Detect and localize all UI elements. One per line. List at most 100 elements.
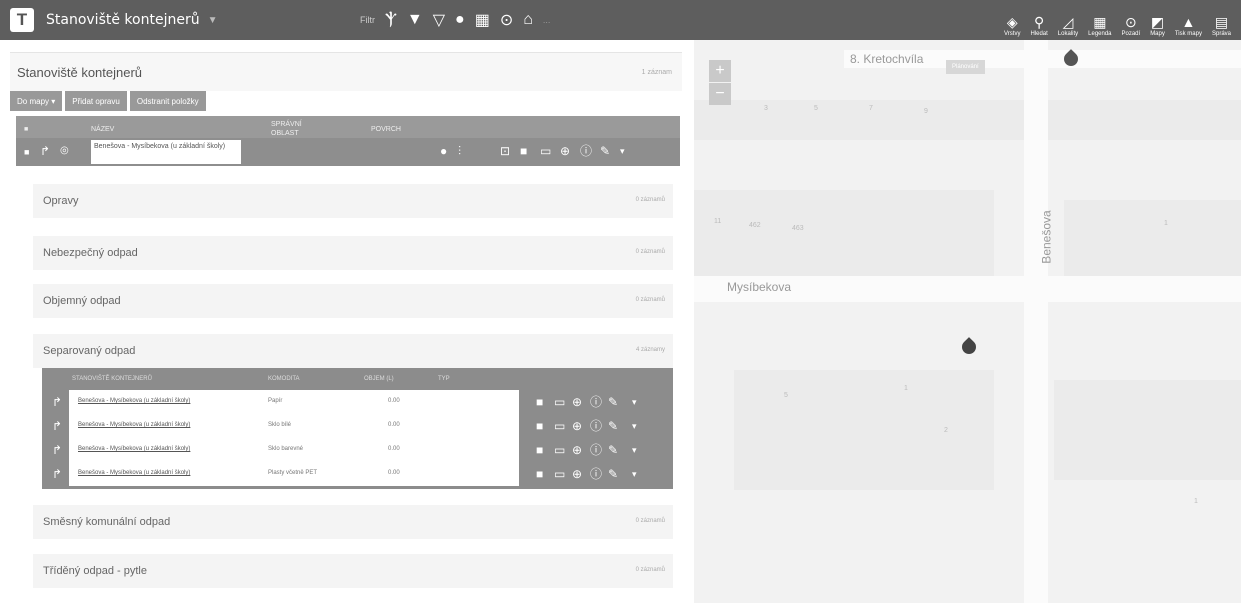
edit-icon[interactable]: ✎	[600, 145, 610, 157]
folder-icon[interactable]: ▭	[554, 420, 565, 432]
map-button[interactable]: ◩ Mapy	[1150, 13, 1165, 40]
col-volume[interactable]: OBJEM (L)	[364, 376, 394, 382]
zoom-out-button[interactable]: −	[709, 83, 731, 105]
col-surface[interactable]: POVRCH	[371, 126, 401, 133]
split-icon[interactable]: ⫶	[488, 396, 491, 408]
edit-icon[interactable]: ✎	[608, 420, 618, 432]
measure-button[interactable]: ◿ Lokality	[1058, 13, 1078, 40]
chevron-down-icon[interactable]: ▼	[208, 15, 218, 26]
copy-icon[interactable]: ■	[536, 444, 543, 456]
add-repair-button[interactable]: Přidat opravu	[65, 91, 127, 111]
table-row[interactable]: ■ ↱ ◎ Benešova - Mysíbekova (u základní …	[16, 138, 680, 166]
copy-icon[interactable]: ■	[520, 145, 527, 157]
chevron-down-icon[interactable]: ▾	[632, 468, 637, 480]
house-number: 462	[749, 222, 761, 229]
grid-icon[interactable]: ▦	[475, 10, 490, 30]
chevron-down-icon[interactable]: ▾	[620, 145, 625, 157]
globe-icon[interactable]: ⊕	[572, 444, 582, 456]
table-row[interactable]: ↱ Benešova - Mysíbekova (u základní škol…	[42, 390, 673, 414]
globe-icon[interactable]: ⊕	[560, 145, 570, 157]
filter-label[interactable]: Filtr	[360, 15, 375, 25]
move-icon[interactable]: ↱	[52, 396, 62, 408]
globe-icon[interactable]: ⊕	[572, 396, 582, 408]
filter-icon[interactable]: ▼	[407, 11, 423, 29]
folder-icon[interactable]: ▭	[554, 444, 565, 456]
folder-icon[interactable]: ▭	[554, 396, 565, 408]
section-bulky-waste[interactable]: Objemný odpad 0 záznamů	[33, 284, 673, 318]
section-separated-waste[interactable]: Separovaný odpad 4 záznamy	[33, 334, 673, 368]
house-number: 463	[792, 225, 804, 232]
filter-outline-icon[interactable]: ▽	[433, 10, 445, 30]
add-icon[interactable]: ●	[455, 11, 465, 29]
copy-icon[interactable]: ■	[536, 468, 543, 480]
info-icon[interactable]: ⓘ	[580, 145, 592, 157]
app-title[interactable]: Stanoviště kontejnerů	[46, 12, 200, 28]
station-link[interactable]: Benešova - Mysíbekova (u základní školy)	[78, 398, 190, 404]
container-site-marker[interactable]	[959, 337, 979, 357]
select-all-checkbox[interactable]: ■	[24, 126, 28, 133]
table-row[interactable]: ↱ Benešova - Mysíbekova (u základní škol…	[42, 462, 673, 486]
map-view[interactable]: + − 8. Kretochvíla Mysíbekova Benešova P…	[694, 40, 1241, 603]
section-hazardous-waste[interactable]: Nebezpečný odpad 0 záznamů	[33, 236, 673, 270]
section-repairs[interactable]: Opravy 0 záznamů	[33, 184, 673, 218]
chevron-down-icon[interactable]: ▾	[632, 396, 637, 408]
move-icon[interactable]: ↱	[52, 420, 62, 432]
col-type[interactable]: TYP	[438, 376, 450, 382]
admin-button[interactable]: ▤ Správa	[1212, 13, 1231, 40]
col-area[interactable]: SPRÁVNÍ OBLAST	[271, 120, 331, 138]
remove-items-button[interactable]: Odstranit položky	[129, 91, 206, 111]
edit-icon[interactable]: ✎	[608, 444, 618, 456]
table-row[interactable]: ↱ Benešova - Mysíbekova (u základní škol…	[42, 414, 673, 438]
split-icon[interactable]: ⫶	[488, 420, 491, 432]
station-link[interactable]: Benešova - Mysíbekova (u základní školy)	[78, 422, 190, 428]
add-icon[interactable]: ●	[440, 145, 447, 157]
globe-icon[interactable]: ⊕	[572, 468, 582, 480]
section-mixed-waste[interactable]: Směsný komunální odpad 0 záznamů	[33, 505, 673, 539]
section-count: 0 záznamů	[635, 518, 665, 524]
marker-button[interactable]: ⊙ Pozadí	[1122, 13, 1141, 40]
home-icon[interactable]: ⌂	[523, 11, 533, 29]
row-checkbox[interactable]: ■	[24, 146, 29, 158]
volume: 0.00	[388, 470, 400, 476]
legend-button[interactable]: ▦ Legenda	[1088, 13, 1111, 40]
help-icon[interactable]: ⊙	[500, 10, 513, 30]
panel-title: Stanoviště kontejnerů	[17, 64, 143, 80]
globe-icon[interactable]: ⊕	[572, 420, 582, 432]
station-link[interactable]: Benešova - Mysíbekova (u základní školy)	[78, 470, 190, 476]
copy-icon[interactable]: ■	[536, 420, 543, 432]
info-icon[interactable]: ⓘ	[590, 444, 602, 456]
to-map-button[interactable]: Do mapy ▾	[10, 91, 63, 111]
zoom-in-button[interactable]: +	[709, 60, 731, 82]
pin-icon[interactable]: ◎	[60, 145, 69, 157]
copy-icon[interactable]: ■	[536, 396, 543, 408]
folder-icon[interactable]: ▭	[540, 145, 551, 157]
bin-icon[interactable]: ⊡	[500, 145, 510, 157]
table-row[interactable]: ↱ Benešova - Mysíbekova (u základní škol…	[42, 438, 673, 462]
split-icon[interactable]: ⫶	[488, 468, 491, 480]
section-title: Objemný odpad	[43, 295, 121, 307]
split-icon[interactable]: ⫶	[488, 444, 491, 456]
move-icon[interactable]: ↱	[40, 145, 50, 157]
planning-button[interactable]: Plánování	[946, 60, 985, 74]
layers-button[interactable]: ◈ Vrstvy	[1004, 13, 1020, 40]
move-icon[interactable]: ↱	[52, 468, 62, 480]
move-icon[interactable]: ↱	[52, 444, 62, 456]
sub-table-header: STANOVIŠTĚ KONTEJNERŮ KOMODITA OBJEM (L)…	[42, 368, 673, 390]
split-icon[interactable]: ⫶	[458, 145, 461, 157]
tool-icon[interactable]: Ⲯ	[385, 11, 397, 29]
info-icon[interactable]: ⓘ	[590, 396, 602, 408]
search-button[interactable]: ⚲ Hledat	[1030, 13, 1047, 40]
edit-icon[interactable]: ✎	[608, 396, 618, 408]
col-station[interactable]: STANOVIŠTĚ KONTEJNERŮ	[72, 376, 152, 382]
info-icon[interactable]: ⓘ	[590, 420, 602, 432]
edit-icon[interactable]: ✎	[608, 468, 618, 480]
chevron-down-icon[interactable]: ▾	[632, 420, 637, 432]
chevron-down-icon[interactable]: ▾	[632, 444, 637, 456]
col-commodity[interactable]: KOMODITA	[268, 376, 300, 382]
folder-icon[interactable]: ▭	[554, 468, 565, 480]
info-icon[interactable]: ⓘ	[590, 468, 602, 480]
section-sorted-waste-bags[interactable]: Tříděný odpad - pytle 0 záznamů	[33, 554, 673, 588]
print-button[interactable]: ▲ Tisk mapy	[1175, 13, 1202, 40]
station-link[interactable]: Benešova - Mysíbekova (u základní školy)	[78, 446, 190, 452]
col-name[interactable]: NÁZEV	[91, 126, 114, 133]
